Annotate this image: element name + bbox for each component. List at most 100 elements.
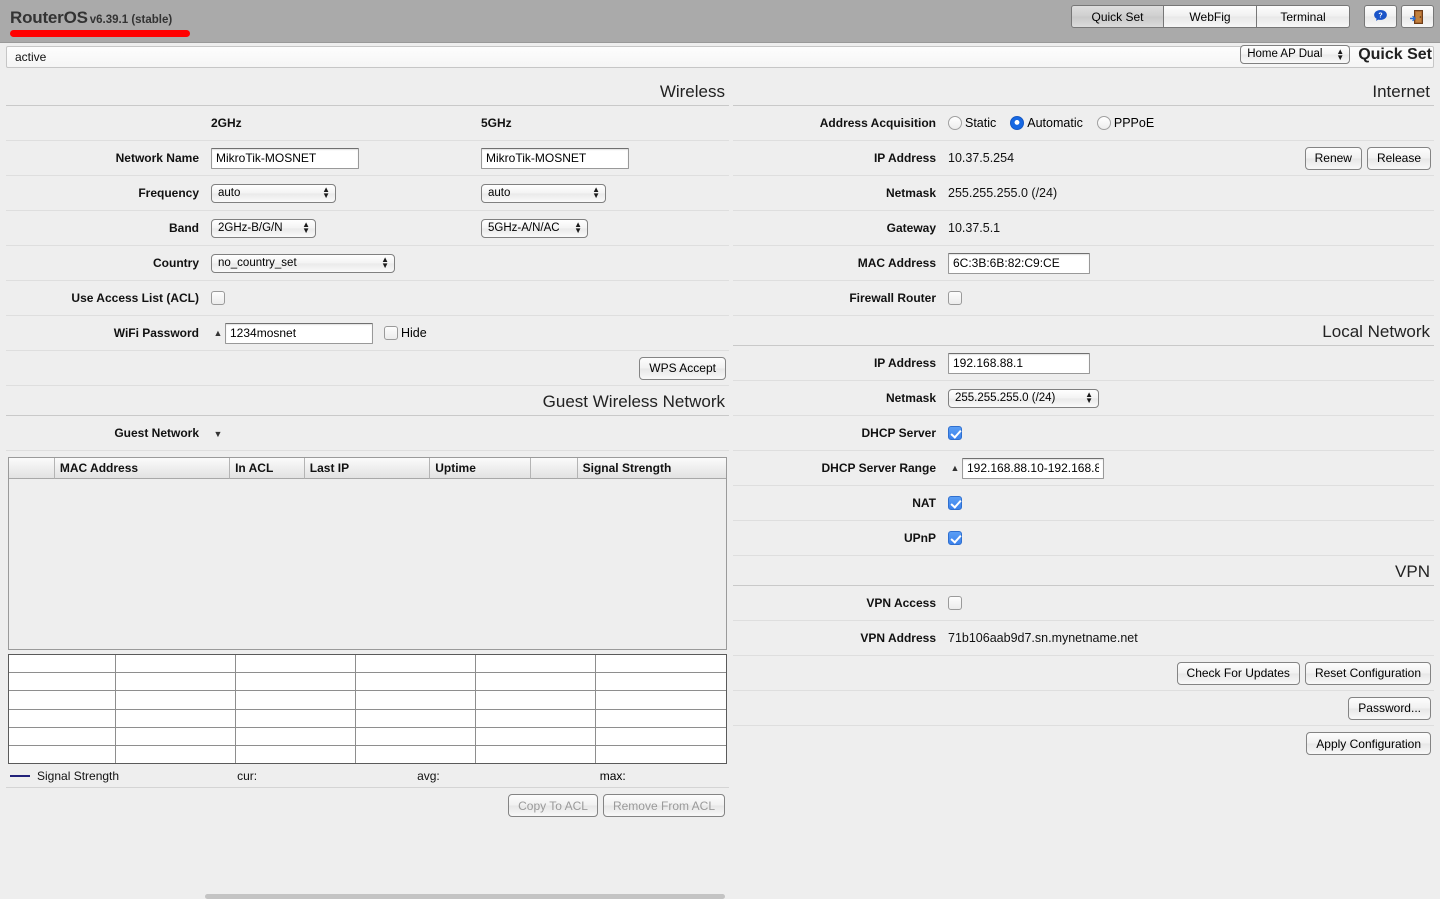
guest-col-in-acl[interactable]: In ACL xyxy=(230,458,305,479)
radio-automatic-input[interactable] xyxy=(1010,116,1025,130)
firewall-router-checkbox[interactable] xyxy=(948,291,962,306)
upnp-row: UPnP xyxy=(733,521,1434,556)
grid-row xyxy=(9,655,726,674)
guest-section-title: Guest Wireless Network xyxy=(6,386,729,416)
mode-select[interactable]: Home AP Dual xyxy=(1240,45,1351,64)
product-version: v6.39.1 (stable) xyxy=(89,14,173,26)
guest-col-spacer[interactable] xyxy=(530,458,578,479)
grid-row xyxy=(9,673,726,692)
vpn-access-checkbox[interactable] xyxy=(948,596,962,611)
internet-netmask-label: Netmask xyxy=(885,186,936,200)
dhcp-server-checkbox[interactable] xyxy=(948,426,962,441)
brand-red-bar xyxy=(10,30,190,37)
logout-button[interactable] xyxy=(1401,5,1434,28)
guest-col-select[interactable] xyxy=(9,458,55,479)
release-button[interactable]: Release xyxy=(1366,146,1431,170)
vpn-address-row: VPN Address 71b106aab9d7.sn.mynetname.ne… xyxy=(733,621,1434,656)
wifi-password-input[interactable] xyxy=(225,322,373,344)
network-name-label: Network Name xyxy=(115,151,199,165)
use-access-list-checkbox[interactable] xyxy=(211,291,225,306)
frequency-5ghz-select[interactable]: auto xyxy=(481,183,606,203)
frequency-2ghz-select[interactable]: auto xyxy=(211,183,336,203)
band-2ghz-select[interactable]: 2GHz-B/G/N xyxy=(211,218,316,238)
tab-terminal[interactable]: Terminal xyxy=(1257,5,1350,28)
password-row: Password... xyxy=(733,691,1434,726)
grid-row xyxy=(9,709,726,728)
local-network-section-title: Local Network xyxy=(733,316,1434,346)
wifi-password-row: WiFi Password ▲ Hide xyxy=(6,316,729,351)
reset-configuration-button[interactable]: Reset Configuration xyxy=(1304,661,1431,685)
internet-netmask-row: Netmask 255.255.255.0 (/24) xyxy=(733,176,1434,211)
nat-checkbox[interactable] xyxy=(948,496,962,511)
guest-network-expand-toggle[interactable]: ▼ xyxy=(211,429,225,439)
hide-password-checkbox[interactable] xyxy=(384,326,398,340)
status-bar: active xyxy=(6,46,1434,68)
nat-label: NAT xyxy=(912,496,936,510)
tab-webfig[interactable]: WebFig xyxy=(1164,5,1257,28)
wifi-password-expand-toggle[interactable]: ▲ xyxy=(211,328,225,338)
dhcp-server-range-input[interactable] xyxy=(962,457,1104,479)
help-button[interactable]: ? xyxy=(1364,5,1397,28)
wps-accept-button[interactable]: WPS Accept xyxy=(639,356,726,380)
local-ip-address-label: IP Address xyxy=(873,356,936,370)
apply-configuration-button[interactable]: Apply Configuration xyxy=(1306,732,1431,755)
dhcp-server-row: DHCP Server xyxy=(733,416,1434,451)
upnp-checkbox[interactable] xyxy=(948,531,962,546)
address-acquisition-row: Address Acquisition Static Automatic PPP… xyxy=(733,106,1434,141)
legend-max: max: xyxy=(599,769,626,783)
mode-select-wrap: Home AP Dual ▲ ▼ xyxy=(1240,45,1351,64)
guest-col-last-ip[interactable]: Last IP xyxy=(304,458,431,479)
renew-button[interactable]: Renew xyxy=(1304,146,1362,170)
local-netmask-row: Netmask 255.255.255.0 (/24) ▲ ▼ xyxy=(733,381,1434,416)
remove-from-acl-button[interactable]: Remove From ACL xyxy=(602,794,725,817)
country-select[interactable]: no_country_set xyxy=(211,253,395,273)
dhcp-range-expand-toggle[interactable]: ▲ xyxy=(948,463,962,473)
internet-mac-address-label: MAC Address xyxy=(857,256,936,270)
signal-strength-legend: Signal Strength cur: avg: max: xyxy=(6,764,729,788)
network-name-5ghz-input[interactable] xyxy=(481,147,629,169)
frequency-label: Frequency xyxy=(138,186,199,200)
radio-pppoe-label: PPPoE xyxy=(1113,116,1155,130)
guest-clients-table: MAC Address In ACL Last IP Uptime Signal… xyxy=(8,457,727,650)
icon-button-group: ? xyxy=(1364,5,1434,28)
svg-text:?: ? xyxy=(1378,12,1382,19)
radio-automatic[interactable]: Automatic xyxy=(1010,116,1083,130)
check-for-updates-button[interactable]: Check For Updates xyxy=(1176,661,1300,685)
column-header-2ghz: 2GHz xyxy=(211,116,242,130)
guest-table-header: MAC Address In ACL Last IP Uptime Signal… xyxy=(9,458,726,479)
internet-ip-address-value: 10.37.5.254 xyxy=(948,151,1015,165)
guest-col-uptime[interactable]: Uptime xyxy=(430,458,531,479)
horizontal-scrollbar[interactable] xyxy=(205,894,725,899)
grid-row xyxy=(9,691,726,710)
guest-col-signal[interactable]: Signal Strength xyxy=(577,458,726,479)
band-5ghz-select[interactable]: 5GHz-A/N/AC xyxy=(481,218,588,238)
internet-ip-address-label: IP Address xyxy=(873,151,936,165)
copy-to-acl-button[interactable]: Copy To ACL xyxy=(508,794,598,817)
radio-static[interactable]: Static xyxy=(948,116,996,130)
dhcp-server-label: DHCP Server xyxy=(861,426,936,440)
legend-series-name: Signal Strength xyxy=(37,769,120,783)
tab-quick-set[interactable]: Quick Set xyxy=(1071,5,1164,28)
internet-gateway-row: Gateway 10.37.5.1 xyxy=(733,211,1434,246)
radio-static-input[interactable] xyxy=(948,116,962,130)
nat-row: NAT xyxy=(733,486,1434,521)
acl-action-buttons: Copy To ACL Remove From ACL xyxy=(6,788,729,817)
guest-col-mac[interactable]: MAC Address xyxy=(54,458,231,479)
brand-logo: RouterOS v6.39.1 (stable) xyxy=(10,8,190,37)
network-name-2ghz-input[interactable] xyxy=(211,147,359,169)
radio-pppoe[interactable]: PPPoE xyxy=(1096,116,1155,130)
local-ip-address-input[interactable] xyxy=(948,352,1090,374)
vpn-section-title: VPN xyxy=(733,556,1434,586)
band-row: Band 2GHz-B/G/N ▲ ▼ 5GHz-A/N/AC ▲ ▼ xyxy=(6,211,729,246)
legend-line-icon xyxy=(10,775,30,777)
password-button[interactable]: Password... xyxy=(1348,696,1431,720)
country-label: Country xyxy=(153,256,199,270)
firewall-router-row: Firewall Router xyxy=(733,281,1434,316)
internet-gateway-value: 10.37.5.1 xyxy=(948,221,1001,235)
address-acquisition-group: Static Automatic PPPoE xyxy=(948,116,1154,130)
local-netmask-select[interactable]: 255.255.255.0 (/24) xyxy=(948,388,1099,408)
internet-mac-address-input[interactable] xyxy=(948,252,1090,274)
network-name-row: Network Name xyxy=(6,141,729,176)
radio-pppoe-input[interactable] xyxy=(1096,116,1111,130)
vpn-address-value: 71b106aab9d7.sn.mynetname.net xyxy=(948,631,1138,645)
